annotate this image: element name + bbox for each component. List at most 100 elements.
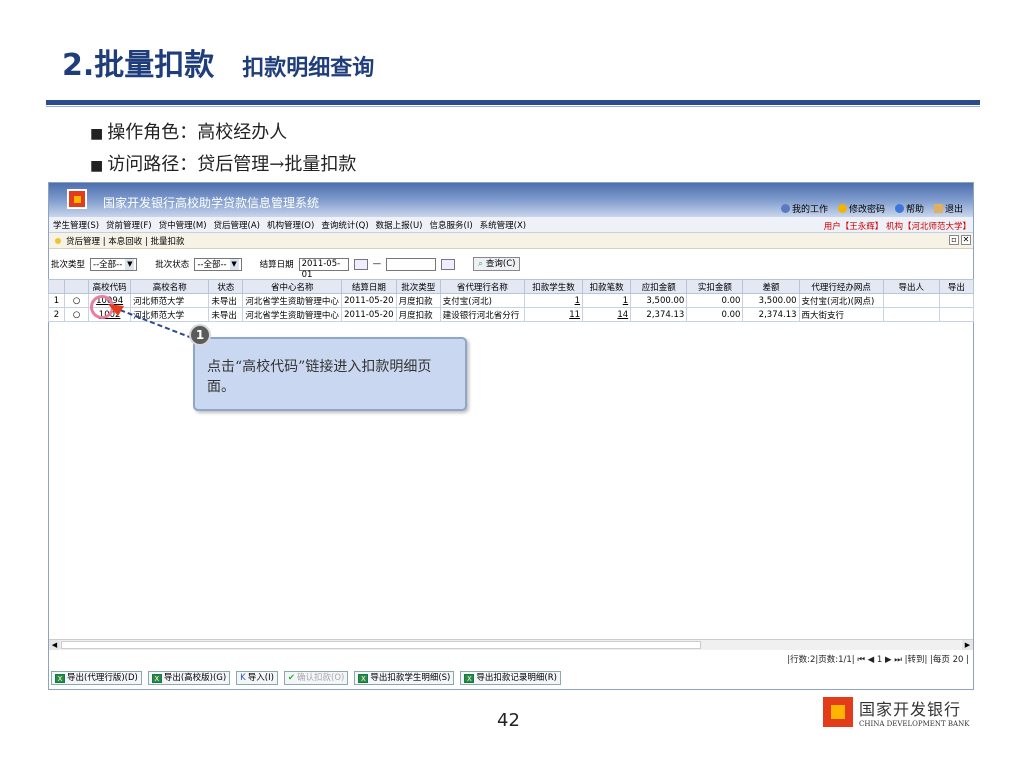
deduct-count-link[interactable]: 1 [582, 293, 632, 308]
menu-pre-loan[interactable]: 贷前管理(F) [106, 219, 152, 231]
bank-logo-icon [67, 189, 87, 209]
col-header[interactable]: 批次类型 [395, 279, 441, 294]
deduct-count-link[interactable]: 14 [582, 307, 632, 322]
excel-icon: X [55, 673, 65, 683]
window-buttons: ▫ ✕ [949, 235, 971, 245]
header-tools: 我的工作 修改密码 帮助 退出 [780, 202, 963, 215]
cell: 支付宝(河北)(网点) [798, 293, 884, 308]
student-count-link[interactable]: 1 [523, 293, 584, 308]
cell: 未导出 [208, 307, 244, 322]
search-icon: ⌕ [478, 259, 483, 269]
bullet-path-text: 访问路径：贷后管理→批量扣款 [107, 154, 357, 175]
arrow-head-icon [108, 304, 124, 316]
menu-info[interactable]: 信息服务(I) [430, 219, 473, 231]
bullet-path: ■ 访问路径：贷后管理→批量扣款 [90, 150, 356, 176]
bullet-role: ■ 操作角色：高校经办人 [90, 118, 287, 144]
calendar-icon[interactable] [441, 258, 456, 270]
pager[interactable]: |行数:2|页数:1/1| ⏮ ◀ 1 ▶ ⏭ |转到| |每页 20 | [787, 653, 969, 665]
col-header[interactable]: 实扣金额 [686, 279, 744, 294]
chevron-down-icon: ▼ [229, 258, 239, 270]
col-header[interactable]: 导出 [938, 279, 975, 294]
col-header[interactable]: 高校名称 [130, 279, 210, 294]
help-label: 帮助 [905, 205, 924, 215]
bank-logo-icon [823, 697, 853, 727]
export-record-detail-button[interactable]: X 导出扣款记录明细(R) [460, 671, 561, 685]
callout-box: 点击“高校代码”链接进入扣款明细页面。 [193, 337, 467, 411]
date-separator: — [372, 259, 382, 269]
export-student-detail-button[interactable]: X 导出扣款学生明细(S) [354, 671, 455, 685]
menu-in-loan[interactable]: 贷中管理(M) [159, 219, 207, 231]
date-to-input[interactable] [386, 257, 437, 271]
cell: 西大街支行 [798, 307, 884, 322]
restore-icon[interactable]: ▫ [949, 235, 959, 245]
batch-status-value: --全部-- [197, 260, 227, 270]
col-header[interactable]: 扣款笔数 [582, 279, 632, 294]
table-header: 高校代码 高校名称 状态 省中心名称 结算日期 批次类型 省代理行名称 扣款学生… [47, 279, 975, 294]
export-school-button[interactable]: X 导出(高校版)(G) [147, 671, 231, 685]
col-header [64, 279, 90, 294]
excel-icon: X [358, 673, 369, 683]
batch-type-label: 批次类型 [51, 260, 86, 270]
filter-bar: 批次类型 --全部-- ▼ 批次状态 --全部-- ▼ 结算日期 2011-05-0… [49, 249, 973, 280]
slide-title-main: 2.批量扣款 [62, 48, 215, 83]
col-header[interactable]: 状态 [208, 279, 244, 294]
col-header[interactable]: 差额 [742, 279, 800, 294]
import-icon: K [240, 673, 246, 683]
my-work-label: 我的工作 [791, 205, 828, 215]
cell: 月度扣款 [395, 307, 441, 322]
change-password-link[interactable]: 修改密码 [837, 202, 885, 215]
batch-status-label: 批次状态 [155, 260, 190, 270]
student-count-link[interactable]: 11 [523, 307, 584, 322]
breadcrumb: 贷后管理 | 本息回收 | 批量扣款 ▫ ✕ [49, 233, 973, 249]
cell: 2,374.13 [630, 307, 688, 322]
user-info: 用户【王永辉】 机构【河北师范大学】 [823, 222, 971, 232]
logout-link[interactable]: 退出 [933, 202, 963, 215]
export-agent-button[interactable]: X 导出(代理行版)(D) [51, 671, 142, 685]
breadcrumb-dot-icon [55, 237, 61, 244]
menu-student[interactable]: 学生管理(S) [53, 219, 99, 231]
menu-org[interactable]: 机构管理(O) [267, 219, 314, 231]
horizontal-scrollbar[interactable]: ◀ ▶ [49, 639, 973, 650]
breadcrumb-text: 贷后管理 | 本息回收 | 批量扣款 [66, 236, 185, 247]
row-radio[interactable]: ○ [64, 293, 90, 308]
col-header[interactable]: 省中心名称 [242, 279, 343, 294]
calendar-icon[interactable] [353, 258, 368, 270]
col-header-school-code[interactable]: 高校代码 [88, 279, 132, 294]
cell: 河北省学生资助管理中心 [242, 293, 343, 308]
col-header[interactable]: 省代理行名称 [439, 279, 525, 294]
title-rule [46, 100, 980, 105]
cell: 2,374.13 [742, 307, 800, 322]
menu-report[interactable]: 数据上报(U) [376, 219, 423, 231]
cell: 2011-05-20 [341, 307, 397, 322]
import-button[interactable]: K 导入(I) [236, 671, 278, 685]
scroll-right-icon[interactable]: ▶ [962, 640, 973, 650]
cell: 未导出 [208, 293, 244, 308]
col-header[interactable]: 应扣金额 [630, 279, 688, 294]
callout-pointer [108, 304, 193, 339]
date-from-input[interactable]: 2011-05-01 [298, 257, 349, 280]
close-icon[interactable]: ✕ [961, 235, 971, 245]
menu-system[interactable]: 系统管理(X) [480, 219, 526, 231]
col-header[interactable]: 扣款学生数 [523, 279, 584, 294]
help-link[interactable]: 帮助 [894, 202, 924, 215]
col-header[interactable]: 结算日期 [341, 279, 397, 294]
col-header[interactable]: 代理行经办网点 [798, 279, 884, 294]
confirm-deduct-button[interactable]: ✔ 确认扣款(O) [283, 671, 349, 685]
batch-status-select[interactable]: --全部-- ▼ [194, 257, 242, 271]
batch-type-select[interactable]: --全部-- ▼ [90, 257, 138, 271]
bullet-role-text: 操作角色：高校经办人 [107, 122, 288, 143]
menu-post-loan[interactable]: 贷后管理(A) [214, 219, 260, 231]
export-record-detail-label: 导出扣款记录明细(R) [476, 673, 557, 683]
col-header[interactable]: 导出人 [882, 279, 940, 294]
callout-text: 点击“高校代码”链接进入扣款明细页面。 [207, 359, 432, 395]
step-number-badge: 1 [189, 324, 211, 346]
logout-label: 退出 [944, 205, 963, 215]
menu-query[interactable]: 查询统计(Q) [321, 219, 368, 231]
query-button[interactable]: ⌕ 查询(C) [473, 257, 521, 271]
scroll-thumb[interactable] [61, 641, 701, 649]
cell: 月度扣款 [395, 293, 441, 308]
cell: 河北省学生资助管理中心 [242, 307, 343, 322]
scroll-left-icon[interactable]: ◀ [49, 640, 60, 650]
row-radio[interactable]: ○ [64, 307, 90, 322]
my-work-link[interactable]: 我的工作 [780, 202, 828, 215]
